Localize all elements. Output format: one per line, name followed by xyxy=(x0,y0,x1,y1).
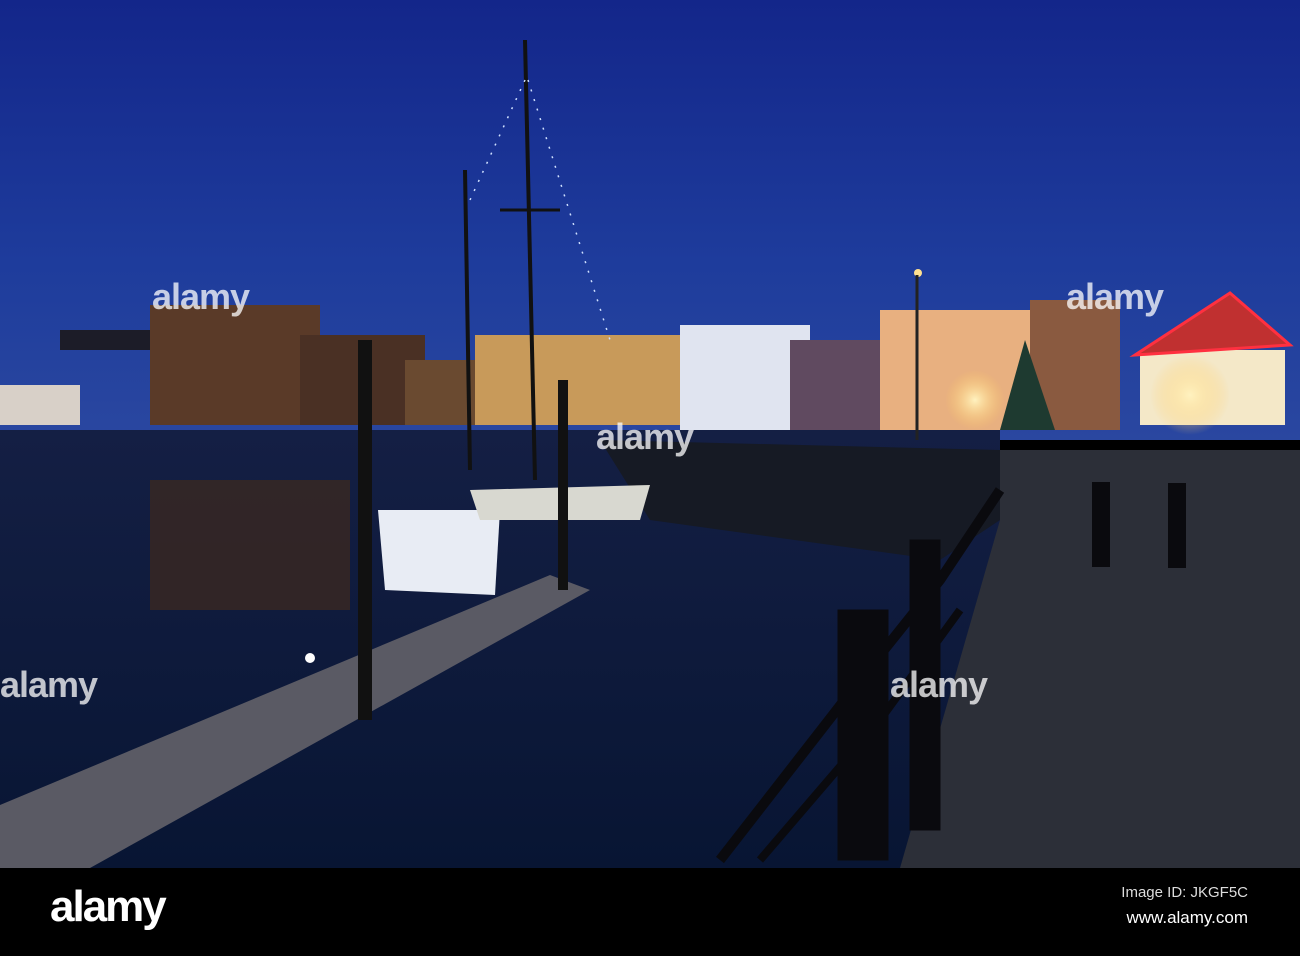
stock-photo: alamy alamy alamy alamy alamy alamy Imag… xyxy=(0,0,1300,956)
watermark: alamy xyxy=(596,416,694,457)
watermark: alamy xyxy=(0,664,98,705)
alamy-logo: alamy xyxy=(50,882,167,931)
watermark: alamy xyxy=(152,276,250,317)
watermark: alamy xyxy=(890,664,988,705)
site-url: www.alamy.com xyxy=(1126,908,1248,927)
watermark: alamy xyxy=(1066,276,1164,317)
image-id: Image ID: JKGF5C xyxy=(1121,884,1248,901)
fishing-boat xyxy=(378,510,500,595)
footer-bar: alamy Image ID: JKGF5C www.alamy.com xyxy=(0,868,1300,956)
